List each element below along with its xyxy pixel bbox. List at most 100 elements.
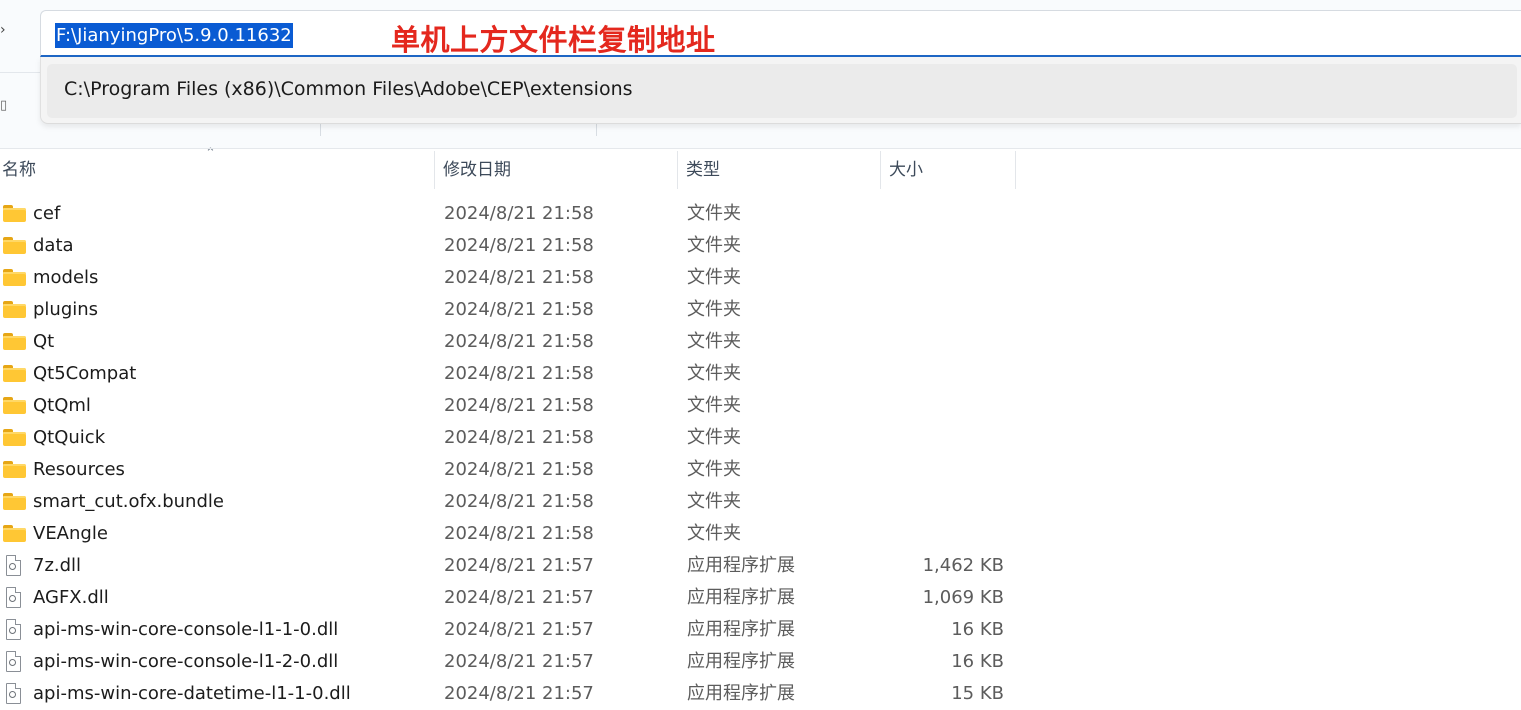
file-type: 应用程序扩展 [687,651,795,672]
file-type: 文件夹 [687,363,741,384]
file-type: 应用程序扩展 [687,619,795,640]
file-modified-date: 2024/8/21 21:58 [444,427,594,448]
file-modified-date: 2024/8/21 21:58 [444,331,594,352]
file-name: api-ms-win-core-datetime-l1-1-0.dll [33,683,351,704]
file-name: VEAngle [33,523,108,544]
file-row[interactable]: VEAngle 2024/8/21 21:58 文件夹 [0,518,1521,550]
file-name: QtQuick [33,427,106,448]
file-modified-date: 2024/8/21 21:58 [444,235,594,256]
folder-icon [3,237,26,254]
file-row[interactable]: QtQuick 2024/8/21 21:58 文件夹 [0,422,1521,454]
file-name: models [33,267,99,288]
file-row[interactable]: Qt 2024/8/21 21:58 文件夹 [0,326,1521,358]
file-type: 文件夹 [687,331,741,352]
file-name: api-ms-win-core-console-l1-1-0.dll [33,619,339,640]
nav-arrow-icon[interactable]: › [0,22,6,38]
file-type: 文件夹 [687,235,741,256]
file-name: AGFX.dll [33,587,109,608]
folder-icon [3,269,26,286]
file-modified-date: 2024/8/21 21:57 [444,555,594,576]
column-resize-handle[interactable] [1015,151,1016,189]
file-name: api-ms-win-core-console-l1-2-0.dll [33,651,339,672]
folder-icon [3,301,26,318]
file-name: Resources [33,459,125,480]
file-type: 应用程序扩展 [687,555,795,576]
file-type: 文件夹 [687,395,741,416]
file-modified-date: 2024/8/21 21:58 [444,203,594,224]
file-row[interactable]: smart_cut.ofx.bundle 2024/8/21 21:58 文件夹 [0,486,1521,518]
file-row[interactable]: plugins 2024/8/21 21:58 文件夹 [0,294,1521,326]
nav-sidebar-icon[interactable]: ▯ [0,98,7,113]
dll-file-icon [6,619,21,640]
column-header-type[interactable]: 类型 [678,149,880,191]
suggestion-item[interactable]: C:\Program Files (x86)\Common Files\Adob… [47,64,1517,118]
address-suggestions-dropdown: C:\Program Files (x86)\Common Files\Adob… [40,57,1521,124]
file-modified-date: 2024/8/21 21:57 [444,651,594,672]
file-row[interactable]: models 2024/8/21 21:58 文件夹 [0,262,1521,294]
dll-file-icon [6,587,21,608]
folder-icon [3,365,26,382]
file-row[interactable]: Qt5Compat 2024/8/21 21:58 文件夹 [0,358,1521,390]
file-type: 文件夹 [687,523,741,544]
column-header-size[interactable]: 大小 [881,149,1015,191]
file-modified-date: 2024/8/21 21:58 [444,299,594,320]
address-bar[interactable]: F:\JianyingPro\5.9.0.11632 单机上方文件栏复制地址 [40,10,1521,57]
folder-icon [3,333,26,350]
file-row[interactable]: api-ms-win-core-console-l1-1-0.dll 2024/… [0,614,1521,646]
dll-file-icon [6,651,21,672]
file-row[interactable]: cef 2024/8/21 21:58 文件夹 [0,198,1521,230]
file-modified-date: 2024/8/21 21:57 [444,587,594,608]
file-name: smart_cut.ofx.bundle [33,491,224,512]
file-type: 应用程序扩展 [687,587,795,608]
file-size: 1,069 KB [922,587,1004,608]
file-row[interactable]: data 2024/8/21 21:58 文件夹 [0,230,1521,262]
file-size: 16 KB [951,619,1004,640]
file-name: Qt [33,331,55,352]
file-list: cef 2024/8/21 21:58 文件夹 data 2024/8/21 2… [0,198,1521,710]
folder-icon [3,429,26,446]
file-modified-date: 2024/8/21 21:58 [444,523,594,544]
address-input-selected-text[interactable]: F:\JianyingPro\5.9.0.11632 [55,23,293,48]
instruction-annotation: 单机上方文件栏复制地址 [391,23,716,57]
file-type: 文件夹 [687,491,741,512]
file-type: 文件夹 [687,427,741,448]
file-type: 文件夹 [687,203,741,224]
file-modified-date: 2024/8/21 21:57 [444,683,594,704]
folder-icon [3,493,26,510]
file-row[interactable]: 7z.dll 2024/8/21 21:57 应用程序扩展 1,462 KB [0,550,1521,582]
file-size: 16 KB [951,651,1004,672]
file-size: 15 KB [951,683,1004,704]
file-type: 应用程序扩展 [687,683,795,704]
column-header-row: 名称 修改日期 类型 大小 [0,148,1521,191]
file-name: plugins [33,299,99,320]
file-row[interactable]: QtQml 2024/8/21 21:58 文件夹 [0,390,1521,422]
folder-icon [3,205,26,222]
file-name: Qt5Compat [33,363,137,384]
folder-icon [3,461,26,478]
dll-file-icon [6,683,21,704]
file-name: 7z.dll [33,555,82,576]
file-modified-date: 2024/8/21 21:58 [444,459,594,480]
toolbar-divider [0,72,40,73]
column-header-modified[interactable]: 修改日期 [435,149,677,191]
file-name: cef [33,203,61,224]
file-type: 文件夹 [687,299,741,320]
file-modified-date: 2024/8/21 21:57 [444,619,594,640]
file-modified-date: 2024/8/21 21:58 [444,363,594,384]
column-header-name[interactable]: 名称 [0,149,434,191]
file-row[interactable]: api-ms-win-core-console-l1-2-0.dll 2024/… [0,646,1521,678]
dll-file-icon [6,555,21,576]
file-row[interactable]: api-ms-win-core-datetime-l1-1-0.dll 2024… [0,678,1521,710]
file-name: data [33,235,74,256]
file-type: 文件夹 [687,267,741,288]
file-size: 1,462 KB [922,555,1004,576]
suggestion-path: C:\Program Files (x86)\Common Files\Adob… [64,78,633,100]
file-modified-date: 2024/8/21 21:58 [444,267,594,288]
file-type: 文件夹 [687,459,741,480]
folder-icon [3,525,26,542]
file-row[interactable]: Resources 2024/8/21 21:58 文件夹 [0,454,1521,486]
file-row[interactable]: AGFX.dll 2024/8/21 21:57 应用程序扩展 1,069 KB [0,582,1521,614]
file-modified-date: 2024/8/21 21:58 [444,491,594,512]
folder-icon [3,397,26,414]
file-name: QtQml [33,395,91,416]
